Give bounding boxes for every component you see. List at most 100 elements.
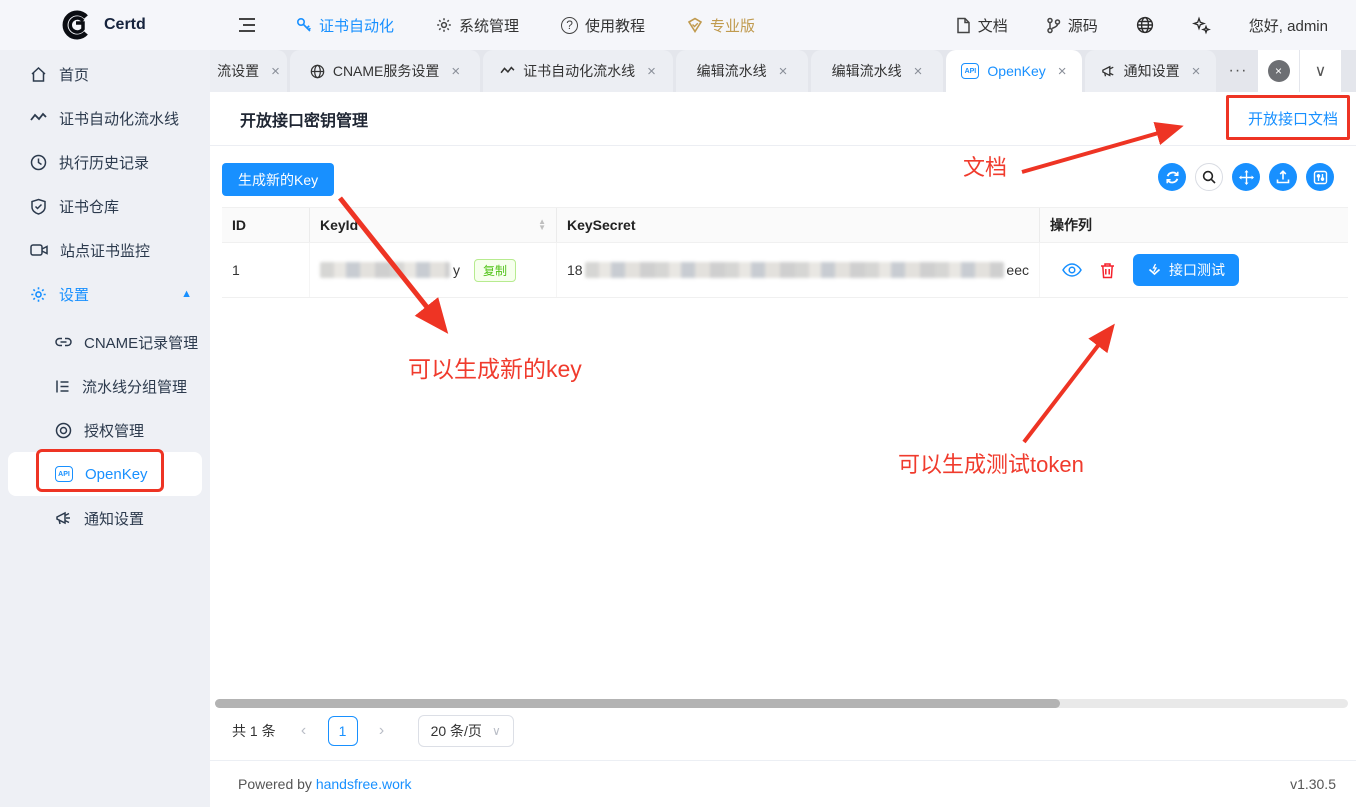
prev-page-button[interactable]: ‹ xyxy=(294,722,314,740)
redacted-keyid xyxy=(320,262,450,278)
menu-label: 使用教程 xyxy=(585,15,645,36)
cell-operations: 接口测试 xyxy=(1040,243,1348,297)
column-header-keyid[interactable]: KeyId ▲▼ xyxy=(310,208,557,242)
tab-cert-pipelines[interactable]: 证书自动化流水线 × xyxy=(483,50,673,92)
column-header-keysecret: KeySecret xyxy=(557,208,1040,242)
docs-link[interactable]: 文档 xyxy=(956,15,1008,36)
view-eye-icon[interactable] xyxy=(1062,263,1082,277)
brand[interactable]: Certd xyxy=(0,10,210,40)
tab-edit-pipeline-1[interactable]: 编辑流水线 × xyxy=(676,50,808,92)
top-menu: 证书自动化 系统管理 ? 使用教程 专业版 xyxy=(296,15,755,36)
secret-suffix: eec xyxy=(1006,262,1029,278)
sidebar-item-label: 通知设置 xyxy=(84,508,144,529)
keyid-suffix: y xyxy=(453,262,460,278)
sidebar-item-settings[interactable]: 设置 ▲ xyxy=(0,272,210,316)
delete-trash-icon[interactable] xyxy=(1100,262,1115,279)
redacted-keysecret xyxy=(585,262,1005,278)
sidebar-item-label: CNAME记录管理 xyxy=(84,332,198,353)
api-icon: API xyxy=(961,63,979,79)
powered-by: Powered by handsfree.work xyxy=(238,776,412,792)
tab-openkey[interactable]: API OpenKey × xyxy=(946,50,1082,92)
close-icon[interactable]: × xyxy=(914,63,923,80)
pulse-icon xyxy=(500,65,515,77)
tab-label: 流设置 xyxy=(217,61,259,81)
page-number-1[interactable]: 1 xyxy=(328,716,358,746)
tabbar: 流设置 × CNAME服务设置 × 证书自动化流水线 × 编辑流水线 × 编辑流… xyxy=(210,50,1356,92)
sidebar-item-pipeline-groups[interactable]: 流水线分组管理 xyxy=(0,364,210,408)
tab-more-button[interactable]: ··· xyxy=(1219,50,1257,92)
gear-icon xyxy=(30,286,47,303)
close-icon[interactable]: × xyxy=(1192,63,1201,80)
app-window: Certd 证书自动化 系统管理 ? 使用教程 xyxy=(0,0,1356,807)
source-code-link[interactable]: 源码 xyxy=(1046,15,1098,36)
question-icon: ? xyxy=(561,17,578,34)
close-icon[interactable]: × xyxy=(647,63,656,80)
chevron-down-icon: ∨ xyxy=(1315,61,1327,81)
menu-system-settings[interactable]: 系统管理 xyxy=(436,15,519,36)
tab-edit-pipeline-2[interactable]: 编辑流水线 × xyxy=(811,50,943,92)
sort-icon[interactable]: ▲▼ xyxy=(538,219,546,231)
user-greeting[interactable]: 您好, admin xyxy=(1249,15,1328,36)
move-arrows-icon xyxy=(1239,170,1254,185)
handsfree-link[interactable]: handsfree.work xyxy=(316,776,412,792)
menu-tutorial[interactable]: ? 使用教程 xyxy=(561,15,645,36)
sidebar-item-label: 流水线分组管理 xyxy=(82,376,187,397)
sidebar-item-cname-records[interactable]: CNAME记录管理 xyxy=(0,320,210,364)
key-icon xyxy=(296,17,312,33)
openkey-table: ID KeyId ▲▼ KeySecret 操作列 1 y 复制 18 xyxy=(222,207,1348,298)
horizontal-scrollbar-track[interactable] xyxy=(215,699,1348,708)
globe-icon xyxy=(310,64,325,79)
search-button[interactable] xyxy=(1195,163,1223,191)
horizontal-scrollbar-thumb[interactable] xyxy=(215,699,1060,708)
page-size-select[interactable]: 20 条/页 ∨ xyxy=(418,715,514,747)
tab-label: 通知设置 xyxy=(1124,61,1180,81)
tab-cname-service[interactable]: CNAME服务设置 × xyxy=(290,50,480,92)
generate-key-button[interactable]: 生成新的Key xyxy=(222,163,334,196)
brand-name: Certd xyxy=(104,16,146,34)
language-globe-icon[interactable] xyxy=(1136,16,1154,34)
export-icon xyxy=(1276,170,1290,184)
page-header: 开放接口密钥管理 开放接口文档 xyxy=(210,92,1356,146)
refresh-button[interactable] xyxy=(1158,163,1186,191)
export-button[interactable] xyxy=(1269,163,1297,191)
target-icon xyxy=(55,422,72,439)
button-label: 接口测试 xyxy=(1169,260,1225,280)
menu-pro-edition[interactable]: 专业版 xyxy=(687,15,755,36)
sidebar-item-pipelines[interactable]: 证书自动化流水线 xyxy=(0,96,210,140)
tab-notification-settings[interactable]: 通知设置 × xyxy=(1085,50,1216,92)
sidebar-item-notifications[interactable]: 通知设置 xyxy=(0,496,210,540)
close-icon[interactable]: × xyxy=(271,63,280,80)
close-icon[interactable]: × xyxy=(779,63,788,80)
sidebar-collapse-icon[interactable] xyxy=(238,17,256,33)
powered-prefix: Powered by xyxy=(238,776,316,792)
git-branch-icon xyxy=(1046,17,1061,34)
tab-dropdown-button[interactable]: ∨ xyxy=(1299,50,1341,92)
close-icon[interactable]: × xyxy=(1058,63,1067,80)
close-circle-icon: × xyxy=(1268,60,1290,82)
sparkles-icon[interactable] xyxy=(1192,16,1211,35)
move-button[interactable] xyxy=(1232,163,1260,191)
sidebar-item-site-monitor[interactable]: 站点证书监控 xyxy=(0,228,210,272)
next-page-button[interactable]: › xyxy=(372,722,392,740)
menu-cert-automation[interactable]: 证书自动化 xyxy=(296,15,394,36)
main-content: 开放接口密钥管理 开放接口文档 生成新的Key xyxy=(210,92,1356,807)
column-label: KeyId xyxy=(320,217,358,233)
sidebar-item-home[interactable]: 首页 xyxy=(0,52,210,96)
sidebar-item-cert-store[interactable]: 证书仓库 xyxy=(0,184,210,228)
close-icon[interactable]: × xyxy=(451,63,460,80)
close-all-tabs-button[interactable]: × xyxy=(1257,50,1299,92)
api-test-button[interactable]: 接口测试 xyxy=(1133,254,1239,286)
tab-label: 编辑流水线 xyxy=(832,61,902,81)
tab-truncated[interactable]: 流设置 × xyxy=(210,50,287,92)
copy-button[interactable]: 复制 xyxy=(474,259,516,282)
toolbar: 生成新的Key xyxy=(210,146,1356,206)
sidebar-item-history[interactable]: 执行历史记录 xyxy=(0,140,210,184)
cell-id: 1 xyxy=(222,243,310,297)
menu-label: 证书自动化 xyxy=(319,15,394,36)
sidebar-item-openkey[interactable]: API OpenKey xyxy=(8,452,202,496)
open-api-doc-link[interactable]: 开放接口文档 xyxy=(1248,108,1338,129)
menu-label: 专业版 xyxy=(710,15,755,36)
test-bolt-icon xyxy=(1147,263,1162,278)
sidebar-item-auth-management[interactable]: 授权管理 xyxy=(0,408,210,452)
column-settings-button[interactable] xyxy=(1306,163,1334,191)
